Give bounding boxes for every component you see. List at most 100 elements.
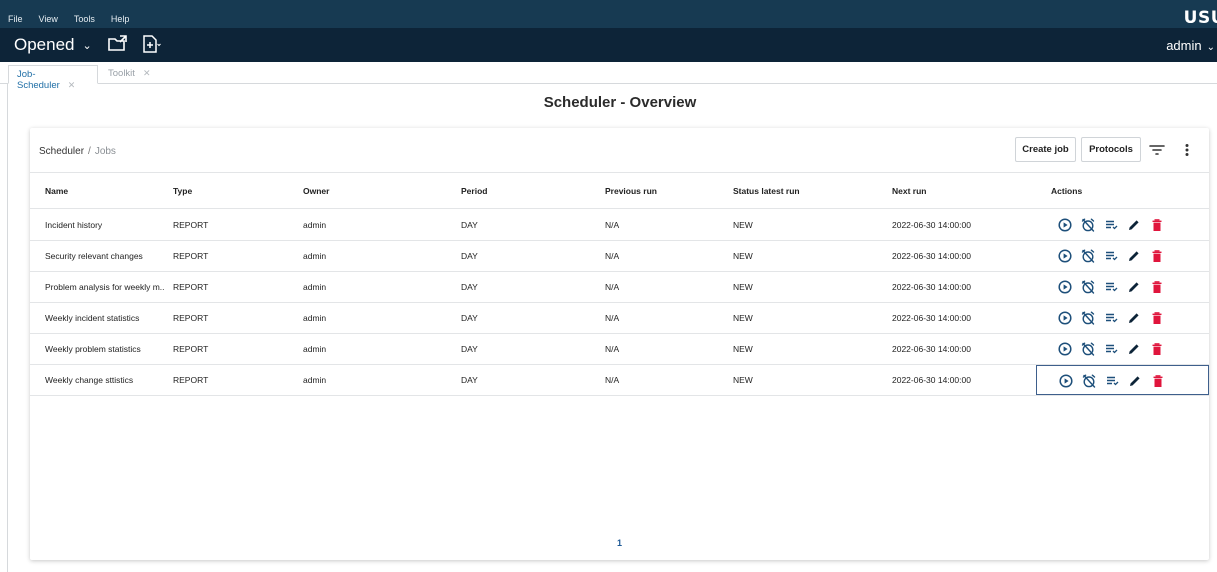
user-menu[interactable]: admin ⌄ <box>1166 38 1215 53</box>
job-status: NEW <box>733 220 753 230</box>
close-icon[interactable]: ✕ <box>143 68 151 78</box>
table-header: Name Type Owner Period Previous run Stat… <box>30 173 1209 209</box>
alarm-off-icon[interactable] <box>1082 374 1096 388</box>
job-status: NEW <box>733 375 753 385</box>
pencil-icon[interactable] <box>1128 374 1142 388</box>
job-owner: admin <box>303 282 327 292</box>
trash-icon[interactable] <box>1150 249 1164 263</box>
tab-job-scheduler[interactable]: Job-Scheduler ✕ <box>8 65 98 91</box>
breadcrumb-separator: / <box>88 146 91 157</box>
job-type: REPORT <box>173 344 209 354</box>
header-type[interactable]: Type <box>173 173 192 208</box>
jobs-card: Scheduler / Jobs Create job Protocols Name… <box>30 128 1209 560</box>
header-previous-run[interactable]: Previous run <box>605 173 657 208</box>
create-job-button[interactable]: Create job <box>1015 137 1076 162</box>
play-circle-icon[interactable] <box>1058 218 1072 232</box>
trash-icon[interactable] <box>1150 218 1164 232</box>
header-period[interactable]: Period <box>461 173 487 208</box>
job-period: DAY <box>461 375 478 385</box>
breadcrumb-root[interactable]: Scheduler <box>39 146 84 157</box>
trash-icon[interactable] <box>1151 374 1165 388</box>
table-row[interactable]: Weekly problem statistics REPORT admin D… <box>30 334 1209 365</box>
play-circle-icon[interactable] <box>1058 280 1072 294</box>
brand-logo: USU <box>1183 8 1217 28</box>
list-icon[interactable] <box>1104 249 1118 263</box>
pagination-page[interactable]: 1 <box>617 538 622 548</box>
filter-icon[interactable] <box>1148 142 1166 158</box>
more-vertical-icon[interactable] <box>1180 142 1194 158</box>
job-period: DAY <box>461 251 478 261</box>
job-name: Weekly problem statistics <box>45 344 141 354</box>
job-period: DAY <box>461 344 478 354</box>
job-next-run: 2022-06-30 14:00:00 <box>892 220 971 230</box>
table-row[interactable]: Incident history REPORT admin DAY N/A NE… <box>30 210 1209 241</box>
tab-toolkit[interactable]: Toolkit ✕ <box>100 65 158 84</box>
list-icon[interactable] <box>1104 280 1118 294</box>
job-period: DAY <box>461 282 478 292</box>
trash-icon[interactable] <box>1150 311 1164 325</box>
new-document-icon[interactable] <box>140 33 162 55</box>
pencil-icon[interactable] <box>1127 311 1141 325</box>
menu-bar: File View Tools Help USU <box>0 0 1217 28</box>
job-next-run: 2022-06-30 14:00:00 <box>892 375 971 385</box>
header-name[interactable]: Name <box>45 173 165 208</box>
list-icon[interactable] <box>1104 218 1118 232</box>
play-circle-icon[interactable] <box>1058 249 1072 263</box>
list-icon[interactable] <box>1104 311 1118 325</box>
table-row[interactable]: Problem analysis for weekly m... REPORT … <box>30 272 1209 303</box>
play-circle-icon[interactable] <box>1059 374 1073 388</box>
job-previous-run: N/A <box>605 220 620 230</box>
breadcrumb: Scheduler / Jobs <box>39 146 116 157</box>
alarm-off-icon[interactable] <box>1081 311 1095 325</box>
job-owner: admin <box>303 220 327 230</box>
job-owner: admin <box>303 375 327 385</box>
opened-dropdown[interactable]: Opened ⌄ <box>14 35 92 55</box>
menu-view[interactable]: View <box>31 0 66 28</box>
alarm-off-icon[interactable] <box>1081 342 1095 356</box>
job-next-run: 2022-06-30 14:00:00 <box>892 251 971 261</box>
trash-icon[interactable] <box>1150 280 1164 294</box>
pencil-icon[interactable] <box>1127 280 1141 294</box>
menu-tools[interactable]: Tools <box>66 0 103 28</box>
row-actions <box>1036 334 1209 364</box>
chevron-down-icon: ⌄ <box>1206 42 1215 53</box>
play-circle-icon[interactable] <box>1058 311 1072 325</box>
row-actions <box>1036 272 1209 302</box>
close-icon[interactable]: ✕ <box>68 80 76 90</box>
header-owner[interactable]: Owner <box>303 173 329 208</box>
header-status[interactable]: Status latest run <box>733 173 800 208</box>
pencil-icon[interactable] <box>1127 218 1141 232</box>
table-row[interactable]: Weekly change sttistics REPORT admin DAY… <box>30 365 1209 396</box>
pencil-icon[interactable] <box>1127 342 1141 356</box>
alarm-off-icon[interactable] <box>1081 280 1095 294</box>
alarm-off-icon[interactable] <box>1081 249 1095 263</box>
play-circle-icon[interactable] <box>1058 342 1072 356</box>
menu-help[interactable]: Help <box>103 0 138 28</box>
trash-icon[interactable] <box>1150 342 1164 356</box>
row-actions <box>1036 365 1209 395</box>
job-next-run: 2022-06-30 14:00:00 <box>892 313 971 323</box>
user-name: admin <box>1166 38 1202 53</box>
job-previous-run: N/A <box>605 282 620 292</box>
menu-file[interactable]: File <box>0 0 31 28</box>
pencil-icon[interactable] <box>1127 249 1141 263</box>
job-name: Weekly change sttistics <box>45 375 134 385</box>
header-next-run[interactable]: Next run <box>892 173 926 208</box>
table-row[interactable]: Security relevant changes REPORT admin D… <box>30 241 1209 272</box>
job-name: Incident history <box>45 220 103 230</box>
header-actions: Actions <box>1051 185 1083 196</box>
job-previous-run: N/A <box>605 344 620 354</box>
protocols-button[interactable]: Protocols <box>1081 137 1141 162</box>
job-name: Weekly incident statistics <box>45 313 140 323</box>
list-icon[interactable] <box>1104 342 1118 356</box>
list-icon[interactable] <box>1105 374 1119 388</box>
open-folder-icon[interactable] <box>107 33 129 55</box>
table-row[interactable]: Weekly incident statistics REPORT admin … <box>30 303 1209 334</box>
job-owner: admin <box>303 313 327 323</box>
job-name: Problem analysis for weekly m... <box>45 282 165 292</box>
job-status: NEW <box>733 313 753 323</box>
job-type: REPORT <box>173 375 209 385</box>
job-owner: admin <box>303 344 327 354</box>
job-type: REPORT <box>173 220 209 230</box>
alarm-off-icon[interactable] <box>1081 218 1095 232</box>
